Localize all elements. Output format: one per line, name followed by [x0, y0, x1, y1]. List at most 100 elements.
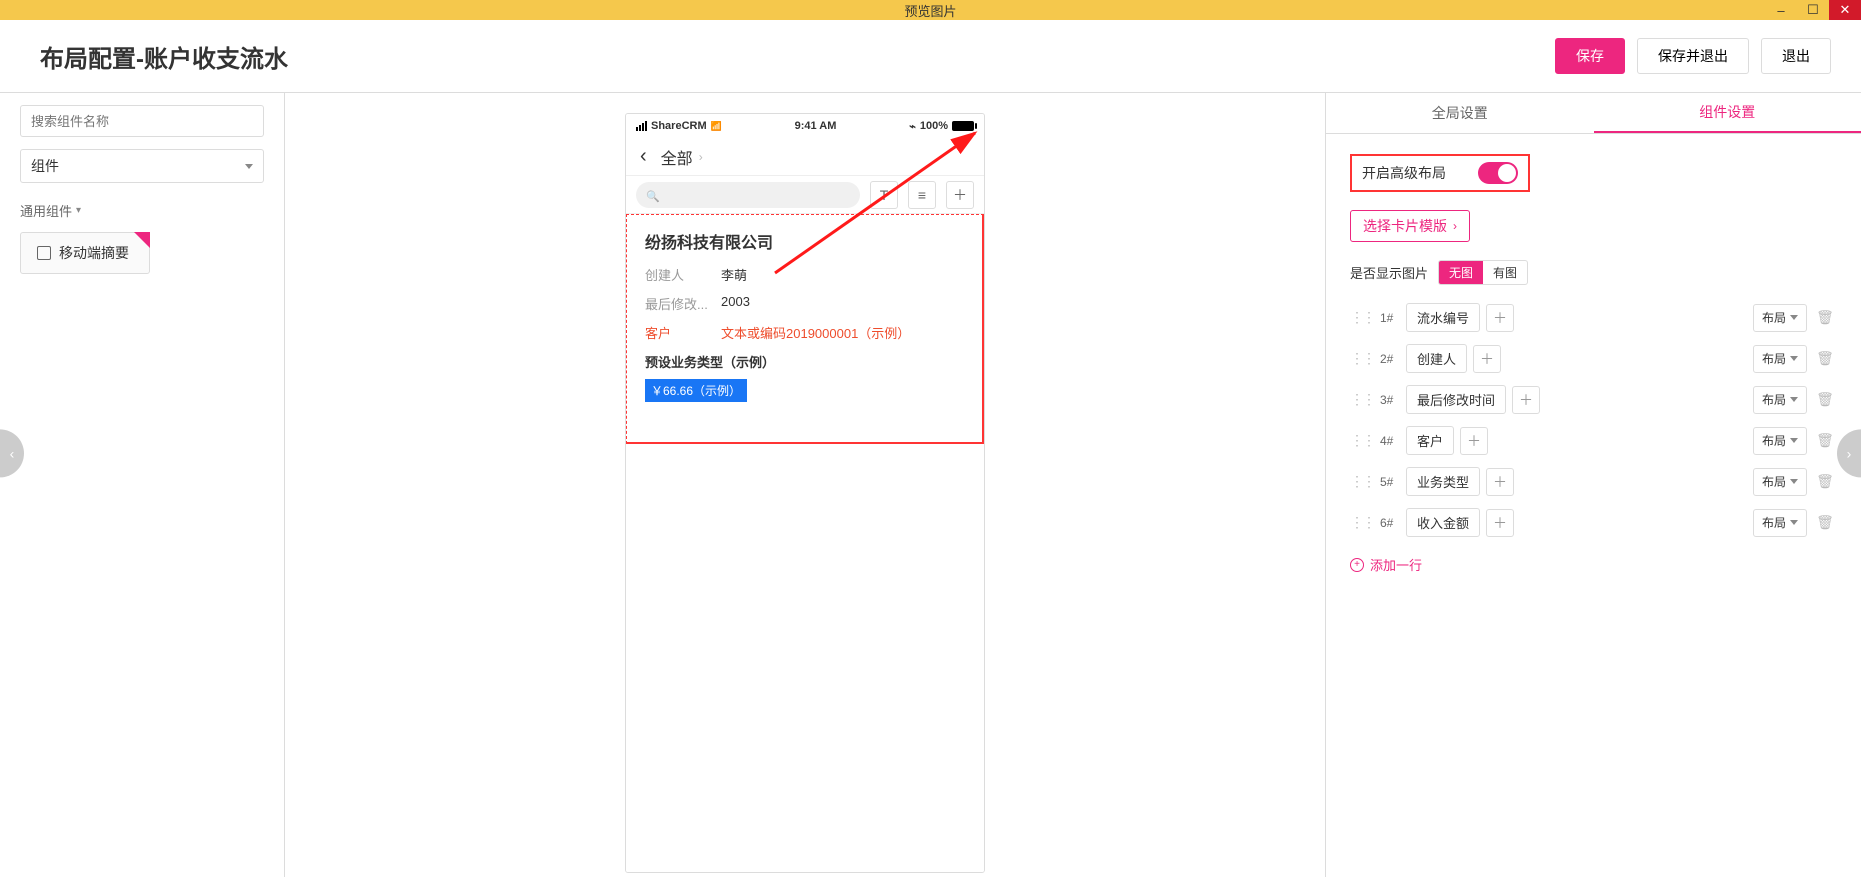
drag-handle-icon[interactable]: ⋮⋮: [1350, 350, 1374, 367]
field-value: 2003: [721, 294, 750, 313]
carrier-label: ShareCRM: [651, 120, 707, 132]
row-layout-dropdown[interactable]: 布局: [1753, 345, 1807, 373]
battery-percent: 100%: [920, 120, 948, 132]
search-icon: [646, 187, 660, 203]
chevron-right-icon: ›: [699, 150, 703, 164]
field-row: ⋮⋮2#创建人＋布局🗑: [1350, 344, 1837, 373]
add-field-button[interactable]: ＋: [1486, 509, 1514, 537]
drag-handle-icon[interactable]: ⋮⋮: [1350, 391, 1374, 408]
component-chip-mobile-summary[interactable]: 移动端摘要: [20, 232, 150, 274]
drag-handle-icon[interactable]: ⋮⋮: [1350, 432, 1374, 449]
row-index: 1#: [1380, 311, 1400, 325]
field-row: ⋮⋮ 3# 最后修改时间＋ 布局 🗑: [1350, 385, 1837, 414]
sort-icon[interactable]: ≡: [908, 181, 936, 209]
add-field-button[interactable]: ＋: [1460, 427, 1488, 455]
exit-button[interactable]: 退出: [1761, 38, 1831, 74]
component-search-input[interactable]: [20, 105, 264, 137]
chevron-down-icon: [1790, 438, 1798, 443]
field-tag[interactable]: 业务类型: [1406, 467, 1480, 496]
phone-toolbar: T ≡ ＋: [626, 176, 984, 214]
row-layout-dropdown[interactable]: 布局: [1753, 304, 1807, 332]
field-tag[interactable]: 最后修改时间: [1406, 385, 1506, 414]
phone-preview: ShareCRM 9:41 AM ⌁ 100% ‹ 全部 ›: [625, 113, 985, 873]
chevron-down-icon: [1790, 479, 1798, 484]
save-button[interactable]: 保存: [1555, 38, 1625, 74]
chevron-down-icon: [1790, 397, 1798, 402]
delete-row-button[interactable]: 🗑: [1813, 432, 1837, 449]
choose-template-button[interactable]: 选择卡片模版 ›: [1350, 210, 1470, 242]
row-layout-dropdown[interactable]: 布局: [1753, 427, 1807, 455]
filter-icon[interactable]: T: [870, 181, 898, 209]
chip-label: 移动端摘要: [59, 243, 129, 263]
row-index: 3#: [1380, 393, 1400, 407]
amount-badge: ￥66.66（示例）: [645, 379, 747, 402]
chevron-down-icon: [1790, 315, 1798, 320]
phone-search-input[interactable]: [636, 182, 860, 208]
chevron-down-icon: ▾: [76, 205, 81, 216]
phone-nav-title[interactable]: 全部: [661, 145, 693, 169]
selected-corner-icon: [134, 232, 150, 248]
biz-type-label: 预设业务类型（示例）: [645, 352, 964, 371]
plus-circle-icon: +: [1350, 558, 1364, 572]
tab-component[interactable]: 组件设置: [1594, 93, 1861, 133]
drag-handle-icon[interactable]: ⋮⋮: [1350, 514, 1374, 531]
row-layout-dropdown[interactable]: 布局: [1753, 386, 1807, 414]
segment-no-image[interactable]: 无图: [1439, 261, 1483, 284]
row-layout-dropdown[interactable]: 布局: [1753, 509, 1807, 537]
component-category-dropdown[interactable]: 组件: [20, 149, 264, 183]
right-panel: 全局设置 组件设置 开启高级布局 选择卡片模版 › 是否显示图片 无图 有图 ⋮…: [1325, 93, 1861, 877]
delete-row-button[interactable]: 🗑: [1813, 309, 1837, 326]
section-label: 通用组件 ▾: [20, 201, 264, 220]
advanced-layout-toggle[interactable]: [1478, 162, 1518, 184]
page-header: 布局配置-账户收支流水 保存 保存并退出 退出: [0, 20, 1861, 93]
field-label: 客户: [645, 323, 721, 342]
delete-row-button[interactable]: 🗑: [1813, 473, 1837, 490]
window-titlebar: 预览图片 – ☐ ✕: [0, 0, 1861, 20]
summary-icon: [37, 246, 51, 260]
close-button[interactable]: ✕: [1829, 0, 1861, 20]
save-exit-button[interactable]: 保存并退出: [1637, 38, 1749, 74]
row-index: 6#: [1380, 516, 1400, 530]
add-field-button[interactable]: ＋: [1473, 345, 1501, 373]
drag-handle-icon[interactable]: ⋮⋮: [1350, 473, 1374, 490]
add-icon[interactable]: ＋: [946, 181, 974, 209]
field-tag[interactable]: 流水编号: [1406, 303, 1480, 332]
tab-global[interactable]: 全局设置: [1326, 93, 1594, 133]
phone-navbar: ‹ 全部 ›: [626, 138, 984, 176]
window-title: 预览图片: [904, 1, 956, 20]
field-row: ⋮⋮5#业务类型＋布局🗑: [1350, 467, 1837, 496]
field-tag[interactable]: 客户: [1406, 426, 1454, 455]
back-icon[interactable]: ‹: [640, 145, 647, 168]
preview-panel: ShareCRM 9:41 AM ⌁ 100% ‹ 全部 ›: [285, 93, 1325, 877]
add-row-button[interactable]: + 添加一行: [1350, 555, 1837, 574]
add-field-button[interactable]: ＋: [1512, 386, 1540, 414]
phone-status-bar: ShareCRM 9:41 AM ⌁ 100%: [626, 114, 984, 138]
bluetooth-icon: ⌁: [909, 120, 916, 133]
minimize-button[interactable]: –: [1765, 0, 1797, 20]
field-tag[interactable]: 创建人: [1406, 344, 1467, 373]
delete-row-button[interactable]: 🗑: [1813, 514, 1837, 531]
left-panel: 组件 通用组件 ▾ 移动端摘要: [0, 93, 285, 877]
field-value: 李萌: [721, 265, 747, 284]
preview-card[interactable]: 纷扬科技有限公司 创建人 李萌 最后修改... 2003 客户 文本或编码201…: [626, 214, 984, 444]
signal-icon: [636, 121, 647, 131]
delete-row-button[interactable]: 🗑: [1813, 350, 1837, 367]
row-index: 4#: [1380, 434, 1400, 448]
chevron-down-icon: [1790, 520, 1798, 525]
chevron-down-icon: [1790, 356, 1798, 361]
show-image-row: 是否显示图片 无图 有图: [1350, 260, 1837, 285]
field-value: 文本或编码2019000001（示例）: [721, 323, 910, 342]
row-layout-dropdown[interactable]: 布局: [1753, 468, 1807, 496]
add-field-button[interactable]: ＋: [1486, 468, 1514, 496]
delete-row-button[interactable]: 🗑: [1813, 391, 1837, 408]
drag-handle-icon[interactable]: ⋮⋮: [1350, 309, 1374, 326]
chevron-down-icon: [245, 164, 253, 169]
maximize-button[interactable]: ☐: [1797, 0, 1829, 20]
chevron-right-icon: ›: [1453, 219, 1457, 233]
field-row: ⋮⋮ 1# 流水编号＋ 布局 🗑: [1350, 303, 1837, 332]
settings-tabs: 全局设置 组件设置: [1326, 93, 1861, 134]
segment-with-image[interactable]: 有图: [1483, 261, 1527, 284]
field-tag[interactable]: 收入金额: [1406, 508, 1480, 537]
window-controls: – ☐ ✕: [1765, 0, 1861, 20]
add-field-button[interactable]: ＋: [1486, 304, 1514, 332]
